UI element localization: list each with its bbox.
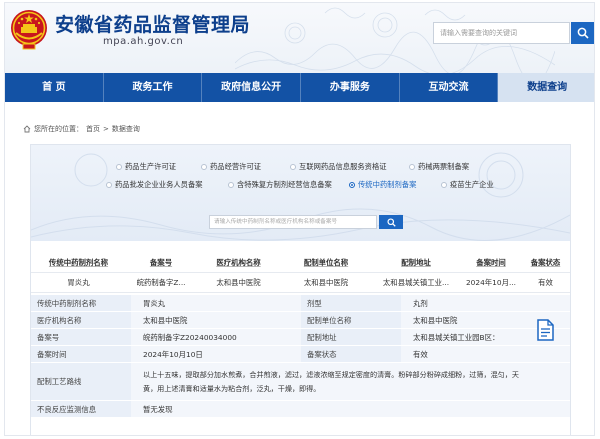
detail-row: 配制工艺路线 以上十五味，提取部分加水煎煮，合并煎液，滤过，滤液浓缩至规定密度的…: [31, 363, 570, 401]
label-record-no: 备案号: [31, 329, 131, 345]
category-drug-business-license[interactable]: 药品经营许可证: [201, 162, 261, 172]
site-search-button[interactable]: [571, 22, 594, 44]
value-process: 以上十五味，提取部分加水煎煮，合并煎液，滤过，滤液浓缩至规定密度的清膏。粉碎部分…: [131, 363, 570, 400]
label-adverse: 不良反应监测信息: [31, 401, 131, 417]
query-panel: 药品生产许可证 药品经营许可证 互联网药品信息服务资格证 药械两票制备案 药品批…: [30, 144, 571, 435]
site-search-input[interactable]: 请输入需要查询的关键词: [433, 22, 570, 44]
detail-row: 备案时间 2024年10月10日 备案状态 有效: [31, 346, 570, 363]
search-icon: [386, 217, 396, 227]
value-adverse: 暂无发现: [131, 401, 570, 417]
value-dosage-form: 丸剂: [401, 295, 570, 311]
results-table: 传统中药制剂名称 备案号 医疗机构名称 配制单位名称 配制地址 备案时间 备案状…: [31, 253, 570, 293]
column-header: 备案号: [149, 258, 173, 267]
document-icon[interactable]: [536, 319, 555, 341]
category-vaccine-producer[interactable]: 疫苗生产企业: [441, 180, 494, 190]
category-label: 疫苗生产企业: [450, 180, 494, 189]
column-header: 配制单位名称: [303, 258, 349, 267]
main-nav: 首 页 政务工作 政府信息公开 办事服务 互动交流 数据查询: [5, 73, 594, 102]
category-label: 含特殊复方制剂经营信息备案: [237, 180, 332, 189]
cell-address: 太和县城关镇工业...: [382, 278, 450, 287]
category-label: 药品经营许可证: [210, 162, 262, 171]
cell-status: 有效: [538, 278, 553, 287]
radio-indicator: [349, 182, 355, 188]
radio-indicator: [201, 164, 207, 170]
cell-prep-name: 胃炎丸: [67, 278, 90, 287]
table-header-row: 传统中药制剂名称 备案号 医疗机构名称 配制单位名称 配制地址 备案时间 备案状…: [31, 253, 570, 273]
detail-row: 传统中药制剂名称 胃炎丸 剂型 丸剂: [31, 295, 570, 312]
value-record-no: 皖药制备字Z20240034000: [131, 329, 301, 345]
label-prep-unit: 配制单位名称: [301, 312, 401, 328]
label-dosage-form: 剂型: [301, 295, 401, 311]
query-button[interactable]: [379, 215, 403, 229]
detail-row: 备案号 皖药制备字Z20240034000 配制地址 太和县城关镇工业园B区：: [31, 329, 570, 346]
table-row[interactable]: 胃炎丸 皖药制备字Z... 太和县中医院 太和县中医院 太和县城关镇工业... …: [31, 273, 570, 293]
breadcrumb-prefix: 您所在的位置：: [34, 125, 83, 133]
column-header: 配制地址: [401, 258, 431, 267]
radio-indicator: [228, 182, 234, 188]
breadcrumb-separator: >: [103, 125, 109, 133]
category-compound-prep-filing[interactable]: 含特殊复方制剂经营信息备案: [228, 180, 332, 190]
label-record-time: 备案时间: [31, 346, 131, 362]
radio-indicator: [441, 182, 447, 188]
category-label: 药械两票制备案: [418, 162, 470, 171]
category-label: 药品批发企业业务人员备案: [115, 180, 203, 189]
label-process: 配制工艺路线: [31, 363, 131, 400]
category-drug-production-license[interactable]: 药品生产许可证: [116, 162, 176, 172]
column-header: 备案状态: [530, 258, 561, 267]
value-record-status: 有效: [401, 346, 570, 362]
category-internet-drug-info[interactable]: 互联网药品信息服务资格证: [290, 162, 387, 172]
breadcrumb-current: 数据查询: [111, 125, 140, 133]
radio-indicator: [106, 182, 112, 188]
site-domain: mpa.ah.gov.cn: [103, 36, 184, 47]
column-header: 传统中药制剂名称: [48, 258, 109, 267]
label-institution: 医疗机构名称: [31, 312, 131, 328]
category-label: 传统中药制剂备案: [358, 180, 417, 189]
nav-services[interactable]: 办事服务: [301, 73, 400, 102]
search-icon: [577, 27, 589, 39]
radio-indicator: [290, 164, 296, 170]
nav-interaction[interactable]: 互动交流: [400, 73, 499, 102]
column-header: 医疗机构名称: [216, 258, 261, 267]
category-label: 药品生产许可证: [125, 162, 177, 171]
radio-indicator: [409, 164, 415, 170]
nav-home[interactable]: 首 页: [5, 73, 104, 102]
home-icon: [23, 125, 31, 133]
detail-row: 不良反应监测信息 暂无发现: [31, 401, 570, 418]
category-label: 互联网药品信息服务资格证: [299, 162, 387, 171]
record-detail: 传统中药制剂名称 胃炎丸 剂型 丸剂 医疗机构名称 太和县中医院 配制单位名称 …: [31, 295, 570, 418]
radio-indicator: [116, 164, 122, 170]
site-header: 安徽省药品监督管理局 mpa.ah.gov.cn 请输入需要查询的关键词: [5, 3, 594, 73]
label-prep-name: 传统中药制剂名称: [31, 295, 131, 311]
category-selector: 药品生产许可证 药品经营许可证 互联网药品信息服务资格证 药械两票制备案 药品批…: [31, 145, 570, 241]
value-record-time: 2024年10月10日: [131, 346, 301, 362]
breadcrumb-home[interactable]: 首页: [86, 124, 100, 134]
cell-record-no: 皖药制备字Z...: [136, 278, 186, 287]
cell-institution: 太和县中医院: [216, 278, 261, 287]
process-text-line-1: 以上十五味，提取部分加水煎煮，合并煎液，滤过，滤液浓缩至规定密度的清膏。粉碎部分…: [143, 369, 519, 379]
national-emblem-icon: [11, 10, 47, 50]
site-title: 安徽省药品监督管理局: [55, 14, 251, 36]
query-input[interactable]: 请输入传统中药制剂名称或医疗机构名称或备案号: [209, 215, 377, 229]
column-header: 备案时间: [476, 258, 506, 267]
label-prep-address: 配制地址: [301, 329, 401, 345]
value-prep-name: 胃炎丸: [131, 295, 301, 311]
process-text-line-2: 黄，用上述清膏和适量水为粘合剂，泛丸，干燥，即得。: [143, 383, 321, 393]
detail-row: 医疗机构名称 太和县中医院 配制单位名称 太和县中医院: [31, 312, 570, 329]
cell-record-time: 2024年10月...: [465, 278, 517, 287]
label-record-status: 备案状态: [301, 346, 401, 362]
value-institution: 太和县中医院: [131, 312, 301, 328]
category-two-invoice-filing[interactable]: 药械两票制备案: [409, 162, 469, 172]
nav-government-work[interactable]: 政务工作: [104, 73, 203, 102]
cell-prep-unit: 太和县中医院: [303, 278, 349, 287]
nav-info-disclosure[interactable]: 政府信息公开: [202, 73, 302, 102]
category-tcm-prep-filing[interactable]: 传统中药制剂备案: [349, 180, 416, 190]
breadcrumb: 您所在的位置： 首页 > 数据查询: [23, 124, 140, 134]
nav-data-query[interactable]: 数据查询: [498, 73, 594, 102]
page-frame: 安徽省药品监督管理局 mpa.ah.gov.cn 请输入需要查询的关键词 首 页…: [4, 2, 595, 436]
category-wholesale-staff-filing[interactable]: 药品批发企业业务人员备案: [106, 180, 203, 190]
